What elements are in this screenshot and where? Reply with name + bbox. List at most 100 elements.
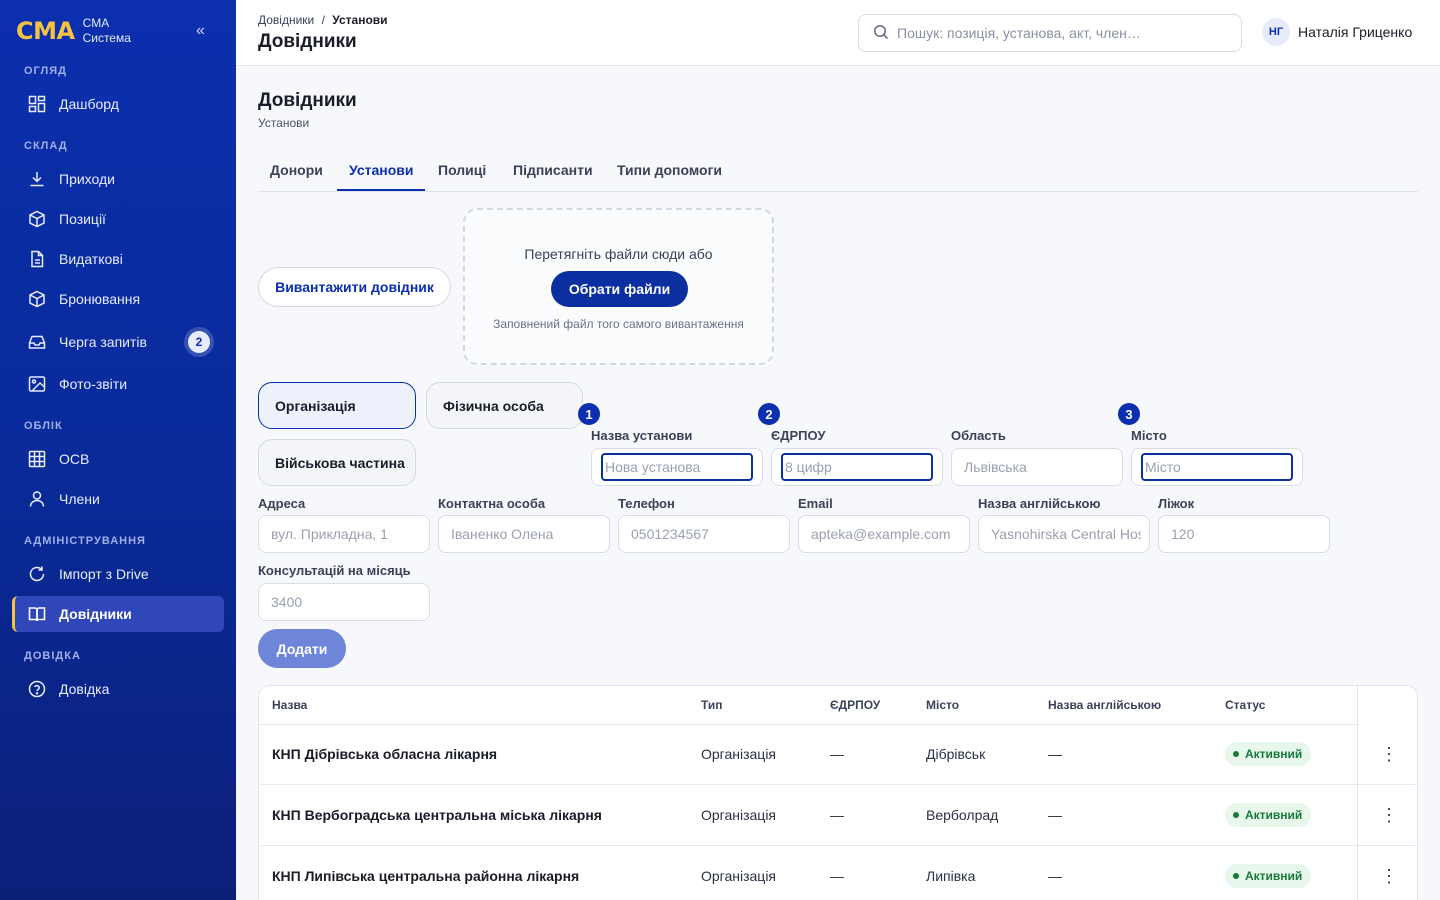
name-en-field[interactable] <box>978 515 1150 553</box>
contact-field[interactable] <box>438 515 610 553</box>
edrpou-field-label: ЄДРПОУ <box>771 428 826 443</box>
sidebar-item-photo-reports[interactable]: Фото-звіти <box>12 366 224 402</box>
brand-text: CMA Система <box>83 16 131 46</box>
phone-input[interactable] <box>631 516 781 552</box>
row-menu-button[interactable]: ⋮ <box>1358 846 1417 900</box>
export-directory-button[interactable]: Вивантажити довідник <box>258 267 451 307</box>
phone-field[interactable] <box>618 515 790 553</box>
region-field[interactable] <box>951 448 1123 486</box>
contact-input[interactable] <box>451 516 601 552</box>
consultations-field-label: Консультацій на місяць <box>258 563 411 578</box>
box-icon <box>28 210 46 228</box>
sidebar-item-positions[interactable]: Позиції <box>12 201 224 237</box>
box-icon <box>28 290 46 308</box>
sidebar-item-label: Черга запитів <box>59 334 147 350</box>
sidebar-item-label: Довідники <box>59 606 132 622</box>
more-vertical-icon: ⋮ <box>1380 804 1398 825</box>
table-icon <box>28 450 46 468</box>
sidebar-item-help[interactable]: Довідка <box>12 671 224 707</box>
row-city: Липівка <box>926 868 976 884</box>
address-field-label: Адреса <box>258 496 306 511</box>
breadcrumb-root-link[interactable]: Довідники <box>258 13 314 27</box>
column-header-name-en[interactable]: Назва англійською <box>1048 686 1161 724</box>
brand[interactable]: CMA CMA Система <box>16 16 131 46</box>
row-city: Верболрад <box>926 807 999 823</box>
address-field[interactable] <box>258 515 430 553</box>
sidebar-item-drive-import[interactable]: Імпорт з Drive <box>12 556 224 592</box>
sidebar-item-members[interactable]: Члени <box>12 481 224 517</box>
sidebar-item-osv[interactable]: ОСВ <box>12 441 224 477</box>
beds-input[interactable] <box>1171 516 1321 552</box>
tab-institutions[interactable]: Установи <box>337 150 426 191</box>
name-field[interactable] <box>591 448 763 486</box>
sidebar-item-receipts[interactable]: Приходи <box>12 161 224 197</box>
column-header-status[interactable]: Статус <box>1225 686 1265 724</box>
sidebar-item-label: Імпорт з Drive <box>59 566 149 582</box>
brand-line-2: Система <box>82 31 131 45</box>
section-label-warehouse: СКЛАД <box>24 140 68 152</box>
user-icon <box>28 490 46 508</box>
tab-aid-types[interactable]: Типи допомоги <box>605 150 734 191</box>
file-dropzone[interactable]: Перетягніть файли сюди або Обрати файли … <box>463 208 774 365</box>
row-menu-button[interactable]: ⋮ <box>1358 785 1417 846</box>
sidebar-item-request-queue[interactable]: Черга запитів 2 <box>12 324 224 360</box>
user-menu[interactable]: НГ Наталія Гриценко <box>1262 18 1412 46</box>
edrpou-input[interactable] <box>785 455 929 479</box>
breadcrumb-current: Установи <box>332 13 388 27</box>
tab-shelves[interactable]: Полиці <box>426 150 498 191</box>
user-name[interactable]: Наталія Гриценко <box>1298 24 1412 40</box>
sidebar-item-label: Позиції <box>59 211 106 227</box>
tab-donors[interactable]: Донори <box>258 150 335 191</box>
search-icon <box>873 24 889 43</box>
breadcrumb: Довідники / Установи <box>258 13 388 27</box>
row-name: КНП Вербоградська центральна міська ліка… <box>272 807 602 823</box>
dashboard-icon <box>28 95 46 113</box>
column-header-type[interactable]: Тип <box>701 686 723 724</box>
sidebar-item-directories[interactable]: Довідники <box>12 596 224 632</box>
row-name: КНП Липівська центральна районна лікарня <box>272 868 580 884</box>
row-menu-button[interactable]: ⋮ <box>1358 724 1417 785</box>
choose-files-button[interactable]: Обрати файли <box>551 271 688 307</box>
name-en-field-label: Назва англійською <box>978 496 1101 511</box>
column-header-name[interactable]: Назва <box>272 686 307 724</box>
city-input[interactable] <box>1145 455 1289 479</box>
city-field[interactable] <box>1131 448 1303 486</box>
directory-tabs: Донори Установи Полиці Підписанти Типи д… <box>258 150 1418 192</box>
book-icon <box>28 605 46 623</box>
email-input[interactable] <box>811 516 961 552</box>
type-military-unit-button[interactable]: Військова частина <box>258 439 416 486</box>
column-header-edrpou[interactable]: ЄДРПОУ <box>830 686 880 724</box>
add-institution-button[interactable]: Додати <box>258 629 346 668</box>
download-icon <box>28 170 46 188</box>
table-row[interactable]: КНП Дібрівська обласна лікарня Організац… <box>259 724 1417 785</box>
type-organization-button[interactable]: Організація <box>258 382 416 429</box>
column-header-city[interactable]: Місто <box>926 686 959 724</box>
table-row[interactable]: КНП Вербоградська центральна міська ліка… <box>259 785 1417 846</box>
sidebar-item-reservations[interactable]: Бронювання <box>12 281 224 317</box>
avatar[interactable]: НГ <box>1262 18 1290 46</box>
search-input[interactable] <box>897 25 1217 41</box>
address-input[interactable] <box>271 516 421 552</box>
status-dot-icon <box>1233 873 1239 879</box>
sidebar-item-expenses[interactable]: Видаткові <box>12 241 224 277</box>
name-input[interactable] <box>605 455 749 479</box>
edrpou-field[interactable] <box>771 448 943 486</box>
more-vertical-icon: ⋮ <box>1380 743 1398 764</box>
email-field[interactable] <box>798 515 970 553</box>
name-field-label: Назва установи <box>591 428 693 443</box>
type-individual-button[interactable]: Фізична особа <box>426 382 583 429</box>
beds-field[interactable] <box>1158 515 1330 553</box>
row-name-en: — <box>1048 868 1062 884</box>
consultations-field[interactable] <box>258 583 430 621</box>
region-input[interactable] <box>964 449 1114 485</box>
global-search[interactable] <box>858 14 1242 52</box>
consultations-input[interactable] <box>271 584 421 620</box>
collapse-sidebar-button[interactable]: « <box>196 22 205 40</box>
refresh-icon <box>28 565 46 583</box>
sidebar-item-dashboard[interactable]: Дашборд <box>12 86 224 122</box>
status-badge: Активний <box>1225 742 1312 766</box>
row-edrpou: — <box>830 868 844 884</box>
name-en-input[interactable] <box>991 516 1141 552</box>
table-row[interactable]: КНП Липівська центральна районна лікарня… <box>259 846 1417 900</box>
tab-signers[interactable]: Підписанти <box>501 150 605 191</box>
